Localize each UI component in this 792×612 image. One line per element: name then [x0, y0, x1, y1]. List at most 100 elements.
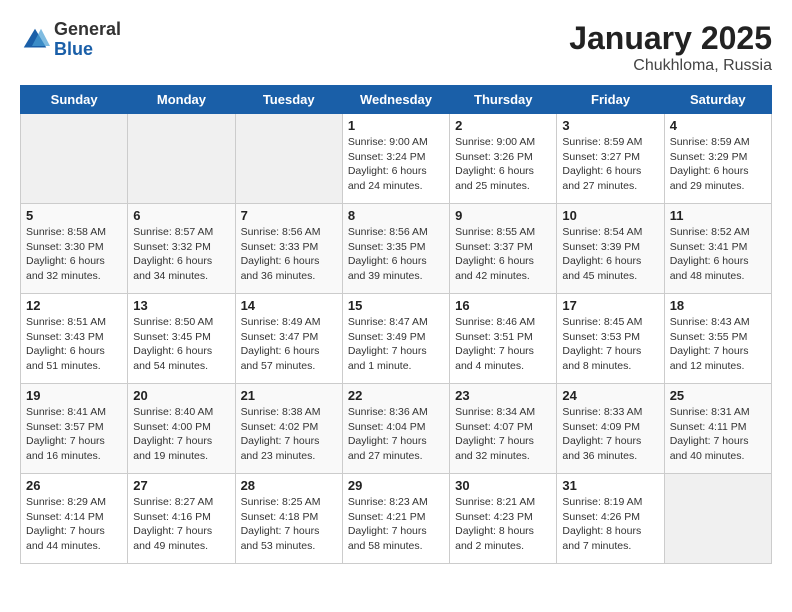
logo-general: General [54, 20, 121, 40]
day-number: 29 [348, 478, 444, 493]
cell-content: Sunrise: 9:00 AMSunset: 3:24 PMDaylight:… [348, 135, 444, 194]
cell-content: Sunrise: 8:33 AMSunset: 4:09 PMDaylight:… [562, 405, 658, 464]
calendar-cell [128, 114, 235, 204]
page-header: General Blue January 2025 Chukhloma, Rus… [20, 20, 772, 75]
calendar-cell: 16 Sunrise: 8:46 AMSunset: 3:51 PMDayligh… [450, 294, 557, 384]
cell-content: Sunrise: 8:54 AMSunset: 3:39 PMDaylight:… [562, 225, 658, 284]
cell-content: Sunrise: 8:56 AMSunset: 3:35 PMDaylight:… [348, 225, 444, 284]
day-number: 27 [133, 478, 229, 493]
day-number: 1 [348, 118, 444, 133]
calendar-cell [664, 474, 771, 564]
cell-content: Sunrise: 8:46 AMSunset: 3:51 PMDaylight:… [455, 315, 551, 374]
day-number: 21 [241, 388, 337, 403]
calendar-cell: 3 Sunrise: 8:59 AMSunset: 3:27 PMDaylight… [557, 114, 664, 204]
calendar-cell: 13 Sunrise: 8:50 AMSunset: 3:45 PMDayligh… [128, 294, 235, 384]
calendar-cell: 24 Sunrise: 8:33 AMSunset: 4:09 PMDayligh… [557, 384, 664, 474]
day-number: 5 [26, 208, 122, 223]
cell-content: Sunrise: 8:27 AMSunset: 4:16 PMDaylight:… [133, 495, 229, 554]
day-number: 20 [133, 388, 229, 403]
calendar-cell: 30 Sunrise: 8:21 AMSunset: 4:23 PMDayligh… [450, 474, 557, 564]
cell-content: Sunrise: 8:29 AMSunset: 4:14 PMDaylight:… [26, 495, 122, 554]
calendar-cell: 10 Sunrise: 8:54 AMSunset: 3:39 PMDayligh… [557, 204, 664, 294]
calendar-week-row: 26 Sunrise: 8:29 AMSunset: 4:14 PMDayligh… [21, 474, 772, 564]
calendar-cell: 25 Sunrise: 8:31 AMSunset: 4:11 PMDayligh… [664, 384, 771, 474]
day-number: 24 [562, 388, 658, 403]
location: Chukhloma, Russia [569, 57, 772, 75]
calendar-cell: 20 Sunrise: 8:40 AMSunset: 4:00 PMDayligh… [128, 384, 235, 474]
cell-content: Sunrise: 8:59 AMSunset: 3:27 PMDaylight:… [562, 135, 658, 194]
cell-content: Sunrise: 8:57 AMSunset: 3:32 PMDaylight:… [133, 225, 229, 284]
logo-icon [20, 25, 50, 55]
cell-content: Sunrise: 8:56 AMSunset: 3:33 PMDaylight:… [241, 225, 337, 284]
cell-content: Sunrise: 8:45 AMSunset: 3:53 PMDaylight:… [562, 315, 658, 374]
day-number: 16 [455, 298, 551, 313]
calendar-week-row: 12Sunrise: 8:51 AMSunset: 3:43 PMDayligh… [21, 294, 772, 384]
day-number: 28 [241, 478, 337, 493]
weekday-header: Wednesday [342, 86, 449, 114]
day-number: 6 [133, 208, 229, 223]
day-number: 25 [670, 388, 766, 403]
day-number: 13 [133, 298, 229, 313]
weekday-header: Friday [557, 86, 664, 114]
day-number: 15 [348, 298, 444, 313]
logo: General Blue [20, 20, 121, 60]
cell-content: Sunrise: 8:43 AMSunset: 3:55 PMDaylight:… [670, 315, 766, 374]
cell-content: Sunrise: 8:40 AMSunset: 4:00 PMDaylight:… [133, 405, 229, 464]
cell-content: Sunrise: 8:47 AMSunset: 3:49 PMDaylight:… [348, 315, 444, 374]
cell-content: Sunrise: 8:58 AMSunset: 3:30 PMDaylight:… [26, 225, 122, 284]
title-area: January 2025 Chukhloma, Russia [569, 20, 772, 75]
day-number: 30 [455, 478, 551, 493]
calendar-week-row: 1 Sunrise: 9:00 AMSunset: 3:24 PMDaylight… [21, 114, 772, 204]
cell-content: Sunrise: 8:38 AMSunset: 4:02 PMDaylight:… [241, 405, 337, 464]
cell-content: Sunrise: 8:21 AMSunset: 4:23 PMDaylight:… [455, 495, 551, 554]
calendar-cell: 22Sunrise: 8:36 AMSunset: 4:04 PMDayligh… [342, 384, 449, 474]
cell-content: Sunrise: 8:41 AMSunset: 3:57 PMDaylight:… [26, 405, 122, 464]
calendar-cell: 11Sunrise: 8:52 AMSunset: 3:41 PMDayligh… [664, 204, 771, 294]
day-number: 23 [455, 388, 551, 403]
day-number: 17 [562, 298, 658, 313]
day-number: 26 [26, 478, 122, 493]
cell-content: Sunrise: 8:31 AMSunset: 4:11 PMDaylight:… [670, 405, 766, 464]
cell-content: Sunrise: 8:25 AMSunset: 4:18 PMDaylight:… [241, 495, 337, 554]
calendar-cell: 28 Sunrise: 8:25 AMSunset: 4:18 PMDayligh… [235, 474, 342, 564]
cell-content: Sunrise: 8:49 AMSunset: 3:47 PMDaylight:… [241, 315, 337, 374]
calendar-week-row: 5 Sunrise: 8:58 AMSunset: 3:30 PMDaylight… [21, 204, 772, 294]
calendar-cell: 7 Sunrise: 8:56 AMSunset: 3:33 PMDaylight… [235, 204, 342, 294]
day-number: 2 [455, 118, 551, 133]
calendar-cell: 21 Sunrise: 8:38 AMSunset: 4:02 PMDayligh… [235, 384, 342, 474]
cell-content: Sunrise: 8:52 AMSunset: 3:41 PMDaylight:… [670, 225, 766, 284]
day-number: 31 [562, 478, 658, 493]
weekday-header-row: SundayMondayTuesdayWednesdayThursdayFrid… [21, 86, 772, 114]
day-number: 7 [241, 208, 337, 223]
calendar-cell: 15 Sunrise: 8:47 AMSunset: 3:49 PMDayligh… [342, 294, 449, 384]
calendar-cell: 5 Sunrise: 8:58 AMSunset: 3:30 PMDaylight… [21, 204, 128, 294]
cell-content: Sunrise: 8:34 AMSunset: 4:07 PMDaylight:… [455, 405, 551, 464]
day-number: 10 [562, 208, 658, 223]
day-number: 9 [455, 208, 551, 223]
weekday-header: Saturday [664, 86, 771, 114]
logo-blue: Blue [54, 40, 121, 60]
cell-content: Sunrise: 8:59 AMSunset: 3:29 PMDaylight:… [670, 135, 766, 194]
calendar-cell: 27 Sunrise: 8:27 AMSunset: 4:16 PMDayligh… [128, 474, 235, 564]
weekday-header: Sunday [21, 86, 128, 114]
calendar-cell: 23 Sunrise: 8:34 AMSunset: 4:07 PMDayligh… [450, 384, 557, 474]
cell-content: Sunrise: 9:00 AMSunset: 3:26 PMDaylight:… [455, 135, 551, 194]
calendar-cell: 9 Sunrise: 8:55 AMSunset: 3:37 PMDaylight… [450, 204, 557, 294]
calendar-cell: 6 Sunrise: 8:57 AMSunset: 3:32 PMDaylight… [128, 204, 235, 294]
calendar-cell: 29Sunrise: 8:23 AMSunset: 4:21 PMDayligh… [342, 474, 449, 564]
day-number: 8 [348, 208, 444, 223]
day-number: 22 [348, 388, 444, 403]
cell-content: Sunrise: 8:51 AMSunset: 3:43 PMDaylight:… [26, 315, 122, 374]
calendar-cell: 4 Sunrise: 8:59 AMSunset: 3:29 PMDaylight… [664, 114, 771, 204]
calendar-cell [235, 114, 342, 204]
day-number: 14 [241, 298, 337, 313]
day-number: 4 [670, 118, 766, 133]
calendar-cell: 17 Sunrise: 8:45 AMSunset: 3:53 PMDayligh… [557, 294, 664, 384]
calendar-cell: 31Sunrise: 8:19 AMSunset: 4:26 PMDayligh… [557, 474, 664, 564]
day-number: 3 [562, 118, 658, 133]
calendar-cell: 14 Sunrise: 8:49 AMSunset: 3:47 PMDayligh… [235, 294, 342, 384]
calendar-cell: 12Sunrise: 8:51 AMSunset: 3:43 PMDayligh… [21, 294, 128, 384]
calendar-cell: 1 Sunrise: 9:00 AMSunset: 3:24 PMDaylight… [342, 114, 449, 204]
cell-content: Sunrise: 8:55 AMSunset: 3:37 PMDaylight:… [455, 225, 551, 284]
cell-content: Sunrise: 8:50 AMSunset: 3:45 PMDaylight:… [133, 315, 229, 374]
